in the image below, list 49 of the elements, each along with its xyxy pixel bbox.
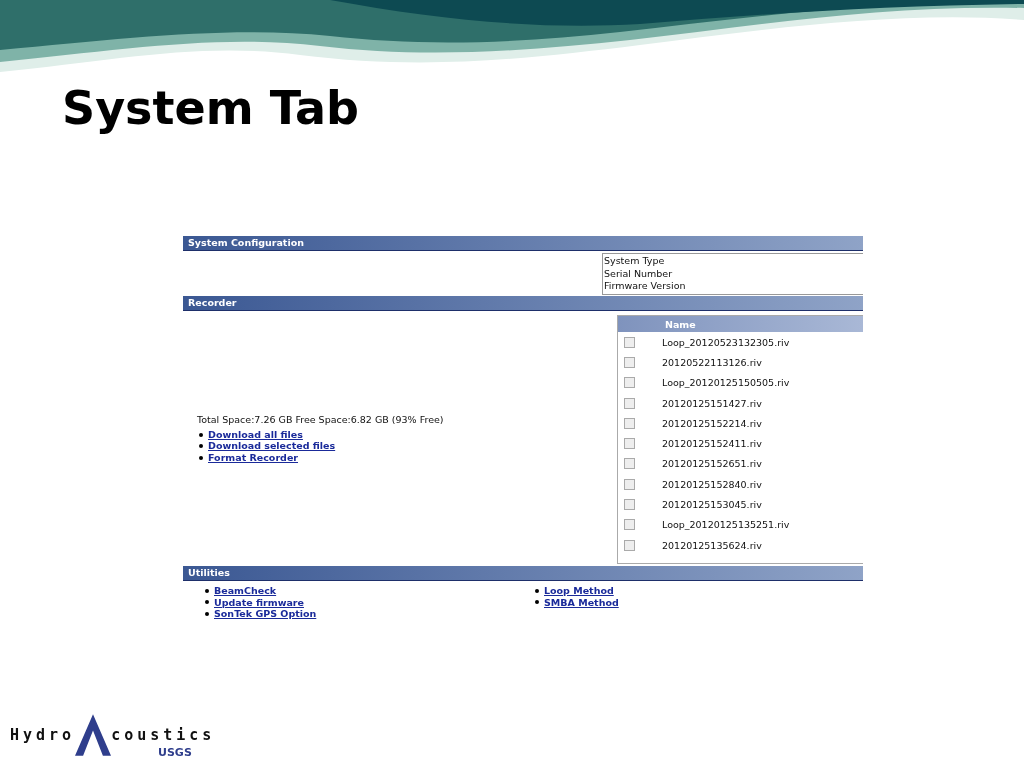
bullet-icon xyxy=(205,611,209,616)
file-name: 20120125153045.riv xyxy=(662,499,762,510)
link[interactable]: Format Recorder xyxy=(208,451,298,464)
checkbox[interactable] xyxy=(624,397,635,409)
bullet-icon xyxy=(205,600,209,605)
bullet-icon xyxy=(535,600,539,605)
slide-title: System Tab xyxy=(62,80,361,136)
checkbox[interactable] xyxy=(624,377,635,389)
space-text: Total Space:7.26 GB Free Space:6.82 GB (93% Free) xyxy=(197,413,445,425)
bullet-icon xyxy=(535,588,539,593)
checkbox[interactable] xyxy=(624,539,635,551)
checkbox[interactable] xyxy=(624,438,635,450)
logo-text: Hydro xyxy=(10,726,76,744)
checkbox[interactable] xyxy=(624,356,635,368)
bullet-icon xyxy=(199,432,203,437)
checkbox[interactable] xyxy=(624,519,635,531)
file-name: 20120125135624.riv xyxy=(662,539,762,551)
file-name: Loop_20120523132305.riv xyxy=(662,336,790,348)
bullet-icon xyxy=(205,588,209,593)
link[interactable]: SMBA Method xyxy=(544,596,619,608)
file-name: 20120125152840.riv xyxy=(662,478,762,490)
logo-text: coustics xyxy=(111,726,216,744)
link[interactable]: SonTek GPS Option xyxy=(214,608,317,620)
triangle-logo-icon xyxy=(75,713,112,757)
agency-text: USGS xyxy=(158,746,192,759)
file-name: 20120125151427.riv xyxy=(662,397,762,409)
link[interactable]: Download all files xyxy=(208,428,303,441)
file-name: 20120125152651.riv xyxy=(662,458,762,470)
link[interactable]: Download selected files xyxy=(208,440,336,452)
file-name: 20120125152411.riv xyxy=(662,438,762,450)
bullet-icon xyxy=(199,444,203,448)
column-header: Name xyxy=(618,316,863,332)
file-name: Loop_20120125135251.riv xyxy=(662,519,790,531)
link[interactable]: BeamCheck xyxy=(214,585,277,597)
info-box: System Type Serial Number Firmware Version xyxy=(602,253,863,295)
section-header: System Configuration xyxy=(183,236,863,251)
link[interactable]: Loop Method xyxy=(544,585,614,597)
checkbox[interactable] xyxy=(624,478,635,490)
file-name: 20120522113126.riv xyxy=(662,356,762,368)
checkbox[interactable] xyxy=(624,458,635,470)
file-name: 20120125152214.riv xyxy=(662,417,762,429)
bullet-icon xyxy=(199,455,203,460)
checkbox[interactable] xyxy=(624,336,635,348)
checkbox[interactable] xyxy=(624,417,635,429)
checkbox[interactable] xyxy=(624,499,635,510)
section-header: Utilities xyxy=(183,566,863,581)
link[interactable]: Update firmware xyxy=(214,596,304,608)
file-name: Loop_20120125150505.riv xyxy=(662,377,790,389)
section-header: Recorder xyxy=(183,296,863,311)
